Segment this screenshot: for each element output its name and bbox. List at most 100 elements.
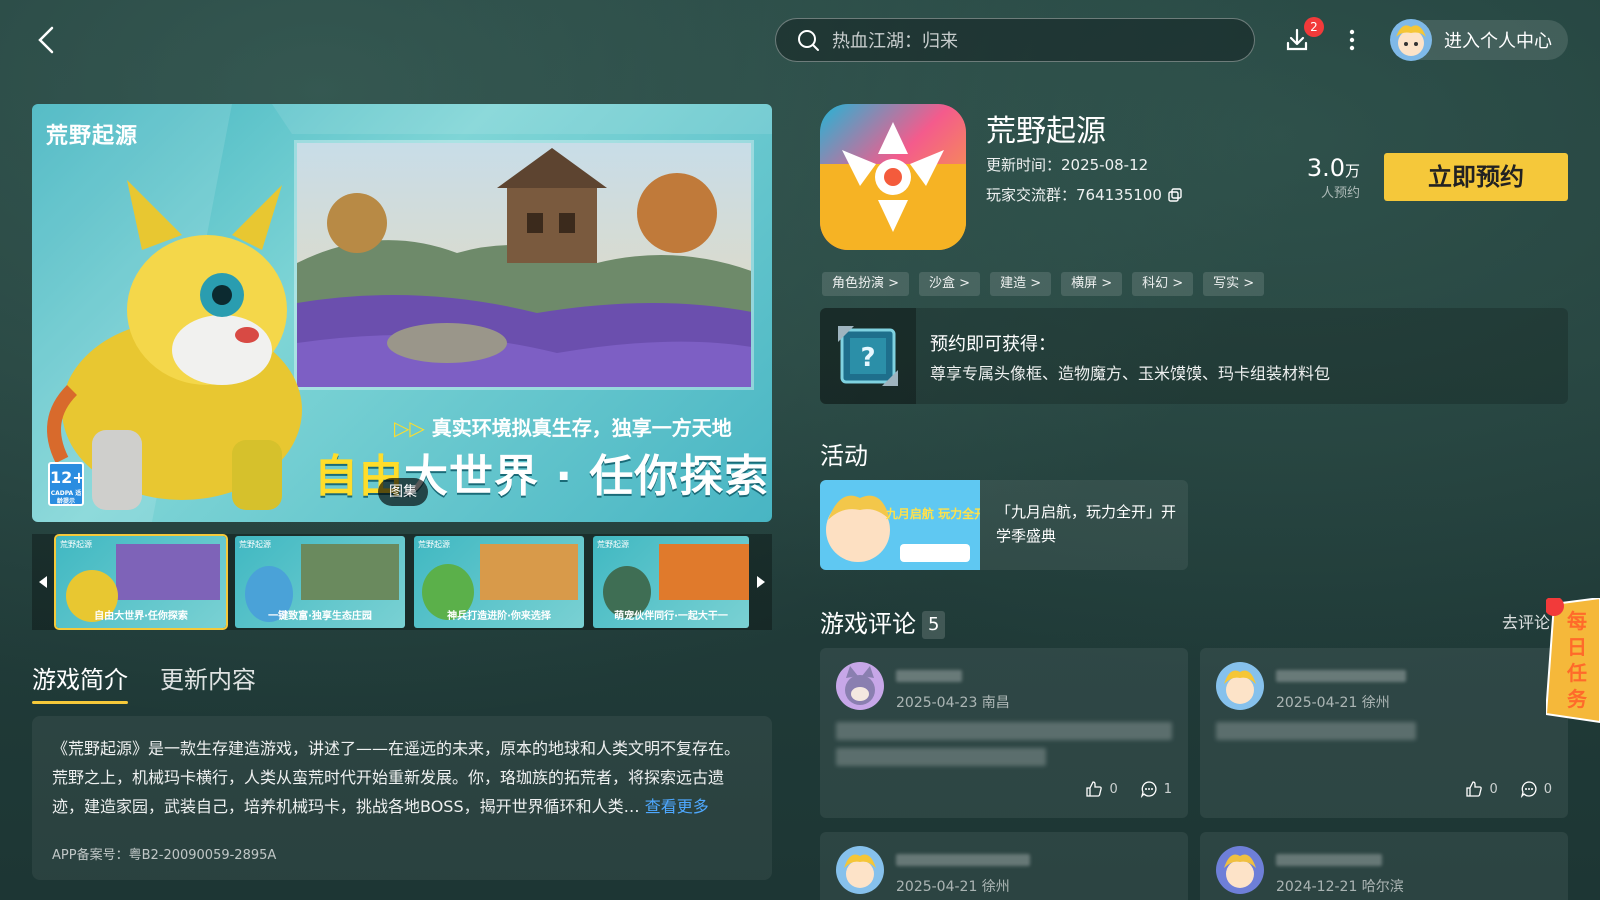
review-username-blurred bbox=[896, 670, 962, 682]
reserve-now-button[interactable]: 立即预约 bbox=[1384, 153, 1568, 201]
like-button[interactable]: 0 bbox=[1085, 780, 1118, 798]
comment-button[interactable]: 1 bbox=[1140, 780, 1172, 798]
daily-task-char-2: 日 bbox=[1567, 635, 1587, 659]
user-avatar bbox=[1390, 19, 1432, 61]
go-review-link[interactable]: 去评论 bbox=[1502, 609, 1550, 633]
tag-role-playing[interactable]: 角色扮演 > bbox=[822, 272, 910, 296]
review-meta: 2024-12-21 哈尔滨 bbox=[1276, 879, 1404, 895]
reward-title: 预约即可获得： bbox=[930, 334, 1056, 355]
top-bar: 热血江湖：归来 2 进入个人中心 bbox=[0, 0, 1600, 80]
thumbnail-4[interactable]: 荒野起源 萌宠伙伴同行·一起大干一 bbox=[593, 536, 749, 628]
player-group: 玩家交流群：764135100 bbox=[986, 184, 1182, 205]
review-actions: 0 1 bbox=[1085, 780, 1172, 798]
comment-count: 0 bbox=[1543, 781, 1552, 797]
thumbnail-caption: 萌宠伙伴同行·一起大干一 bbox=[614, 611, 728, 622]
reward-icon: ? bbox=[820, 308, 916, 404]
age-rating-badge: 12+ CADPA 适龄提示 bbox=[48, 462, 86, 506]
triangle-right-icon bbox=[757, 576, 765, 588]
thumbs-up-icon bbox=[1466, 781, 1483, 797]
thumbnail-caption: 一键致富·独享生态庄园 bbox=[268, 611, 372, 622]
thumbnail-3[interactable]: 荒野起源 神兵打造进阶·你来选择 bbox=[414, 536, 584, 628]
review-meta: 2025-04-23 南昌 bbox=[896, 695, 1010, 711]
like-count: 0 bbox=[1489, 781, 1498, 797]
game-title: 荒野起源 bbox=[986, 114, 1106, 149]
daily-task-char-3: 任 bbox=[1566, 661, 1587, 685]
comment-icon bbox=[1520, 781, 1537, 798]
comment-button[interactable]: 0 bbox=[1520, 780, 1552, 798]
thumbnail-caption: 神兵打造进阶·你来选择 bbox=[447, 611, 551, 622]
hero-tagline-text: 真实环境拟真生存，独享一方天地 bbox=[431, 416, 732, 440]
download-count-badge: 2 bbox=[1304, 17, 1324, 37]
review-avatar[interactable] bbox=[1216, 846, 1264, 894]
more-menu-button[interactable] bbox=[1340, 26, 1364, 54]
intro-card: 《荒野起源》是一款生存建造游戏，讲述了——在遥远的未来，原本的地球和人类文明不复… bbox=[32, 716, 772, 880]
game-app-icon bbox=[820, 104, 966, 250]
thumbnail-2[interactable]: 荒野起源 一键致富·独享生态庄园 bbox=[235, 536, 405, 628]
tab-update-content[interactable]: 更新内容 bbox=[160, 660, 256, 704]
review-text-blurred bbox=[836, 722, 1172, 740]
search-placeholder: 热血江湖：归来 bbox=[832, 31, 958, 52]
age-rating-sub: CADPA 适龄提示 bbox=[50, 490, 82, 505]
age-rating-text: 12+ bbox=[50, 468, 86, 487]
thumbnail-1[interactable]: 荒野起源 自由大世界·任你探索 bbox=[54, 534, 228, 630]
daily-task-widget[interactable]: 每 日 任 务 bbox=[1544, 596, 1600, 726]
intro-text: 《荒野起源》是一款生存建造游戏，讲述了——在遥远的未来，原本的地球和人类文明不复… bbox=[52, 734, 752, 821]
tag-sandbox[interactable]: 沙盒 > bbox=[919, 272, 981, 296]
tag-landscape[interactable]: 横屏 > bbox=[1061, 272, 1123, 296]
like-button[interactable]: 0 bbox=[1465, 780, 1498, 798]
update-time: 更新时间：2025-08-12 bbox=[986, 156, 1149, 174]
review-text-blurred bbox=[1216, 722, 1416, 740]
mystery-box-icon: ? bbox=[838, 326, 898, 386]
search-bar[interactable]: 热血江湖：归来 bbox=[775, 18, 1255, 62]
review-card[interactable]: 2025-04-21 徐州 bbox=[820, 832, 1188, 900]
review-card[interactable]: 2024-12-21 哈尔滨 bbox=[1200, 832, 1568, 900]
player-group-text: 玩家交流群：764135100 bbox=[986, 186, 1162, 204]
see-more-link[interactable]: 查看更多 bbox=[645, 797, 709, 816]
gallery-button[interactable]: 图集 bbox=[378, 478, 428, 506]
hero-scenery-image bbox=[294, 140, 754, 390]
copy-icon[interactable] bbox=[1168, 187, 1182, 202]
icp-record: APP备案号：粤B2-20090059-2895A bbox=[52, 848, 277, 863]
reserve-number: 3.0 bbox=[1306, 154, 1345, 182]
review-text-blurred bbox=[836, 748, 1046, 766]
reserve-reward-card: ? 预约即可获得： 尊享专属头像框、造物魔方、玉米馍馍、玛卡组装材料包 bbox=[820, 308, 1568, 404]
hero-tagline: ▷▷ 真实环境拟真生存，独享一方天地 bbox=[394, 412, 732, 441]
thumbs-up-icon bbox=[1086, 781, 1103, 797]
reviews-section-title: 游戏评论 5 bbox=[820, 604, 946, 639]
hero-banner[interactable]: 荒野起源 ▷▷ 真实环境拟真生存，独享一方天地 自由大世界 · 任你探索 12+… bbox=[32, 104, 772, 522]
review-avatar[interactable] bbox=[836, 846, 884, 894]
daily-task-char-1: 每 bbox=[1567, 609, 1587, 633]
search-icon bbox=[798, 30, 819, 51]
thumbnail-next-button[interactable] bbox=[750, 534, 772, 630]
activity-section-title: 活动 bbox=[820, 442, 868, 470]
intro-body: 《荒野起源》是一款生存建造游戏，讲述了——在遥远的未来，原本的地球和人类文明不复… bbox=[52, 739, 741, 816]
tag-sci-fi[interactable]: 科幻 > bbox=[1132, 272, 1194, 296]
user-center-button[interactable]: 进入个人中心 bbox=[1390, 19, 1568, 61]
reserve-label: 人预约 bbox=[1320, 186, 1360, 201]
daily-task-char-4: 务 bbox=[1567, 687, 1588, 711]
more-vertical-icon bbox=[1349, 29, 1355, 51]
back-button[interactable] bbox=[32, 22, 64, 58]
thumbnail-caption: 自由大世界·任你探索 bbox=[94, 611, 188, 622]
thumbnail-logo: 荒野起源 bbox=[60, 540, 92, 549]
review-card[interactable]: 2025-04-21 徐州 0 0 bbox=[1200, 648, 1568, 818]
activity-item[interactable]: 九月启航 玩力全开 「九月启航，玩力全开」开学季盛典 bbox=[820, 480, 1188, 570]
activity-title: 「九月启航，玩力全开」开学季盛典 bbox=[996, 503, 1177, 545]
genre-tags: 角色扮演 > 沙盒 > 建造 > 横屏 > 科幻 > 写实 > bbox=[822, 272, 1265, 296]
tag-realistic[interactable]: 写实 > bbox=[1203, 272, 1265, 296]
thumbnail-prev-button[interactable] bbox=[32, 534, 54, 630]
reserve-count: 3.0万 人预约 bbox=[1300, 154, 1360, 201]
review-avatar[interactable] bbox=[836, 662, 884, 710]
comment-count: 1 bbox=[1163, 781, 1172, 797]
content-tabs: 游戏简介 更新内容 bbox=[32, 660, 256, 704]
tag-building[interactable]: 建造 > bbox=[990, 272, 1052, 296]
tab-game-intro[interactable]: 游戏简介 bbox=[32, 660, 128, 704]
triangle-left-icon bbox=[39, 576, 47, 588]
svg-text:?: ? bbox=[860, 343, 875, 373]
reward-description: 尊享专属头像框、造物魔方、玉米馍馍、玛卡组装材料包 bbox=[930, 364, 1331, 383]
user-center-label: 进入个人中心 bbox=[1444, 31, 1552, 52]
thumbnail-strip: 荒野起源 自由大世界·任你探索 荒野起源 一键致富·独享生态庄园 荒野起源 神兵… bbox=[32, 534, 772, 630]
review-card[interactable]: 2025-04-23 南昌 0 1 bbox=[820, 648, 1188, 818]
review-avatar[interactable] bbox=[1216, 662, 1264, 710]
activity-banner-text: 九月启航 玩力全开 bbox=[885, 506, 980, 521]
